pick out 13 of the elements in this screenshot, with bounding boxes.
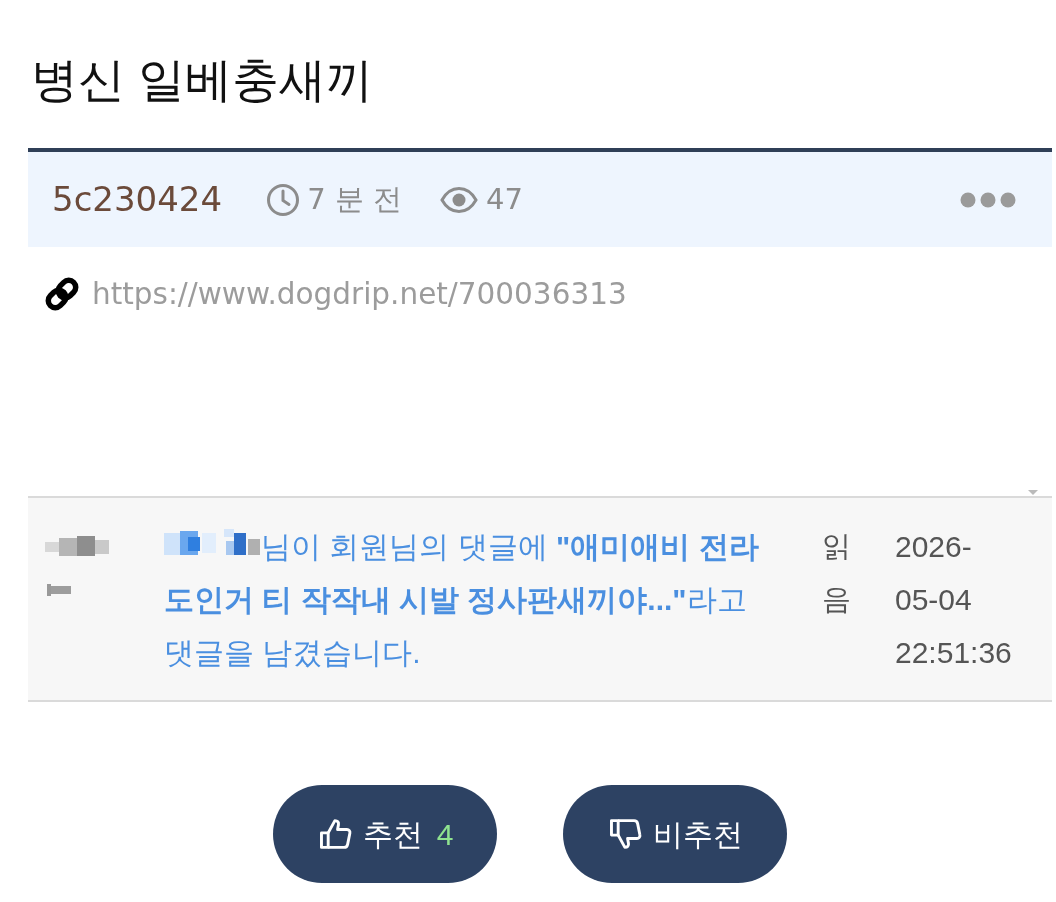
- post-time: 7 분 전: [307, 180, 402, 218]
- read-status: 읽음: [822, 529, 851, 617]
- upvote-button[interactable]: 추천 4: [272, 785, 498, 883]
- post-title: 병신 일베충새끼: [31, 52, 375, 107]
- notification-time: 22:51:36: [895, 635, 1012, 671]
- view-count: 47: [486, 180, 523, 218]
- downvote-button[interactable]: 비추천: [563, 785, 788, 883]
- eye-icon: [440, 186, 478, 213]
- more-icon[interactable]: [960, 191, 1016, 208]
- notification-date: 2026-05-04: [895, 529, 973, 618]
- author-name[interactable]: 5c230424: [52, 174, 223, 225]
- clock-icon: [266, 182, 301, 217]
- notification-message: 님이 회원님의 댓글에 "애미애비 전라도인거 티 작작내 시발 정사판새끼야..."라고 댓글을 남겼습니다.: [164, 528, 760, 671]
